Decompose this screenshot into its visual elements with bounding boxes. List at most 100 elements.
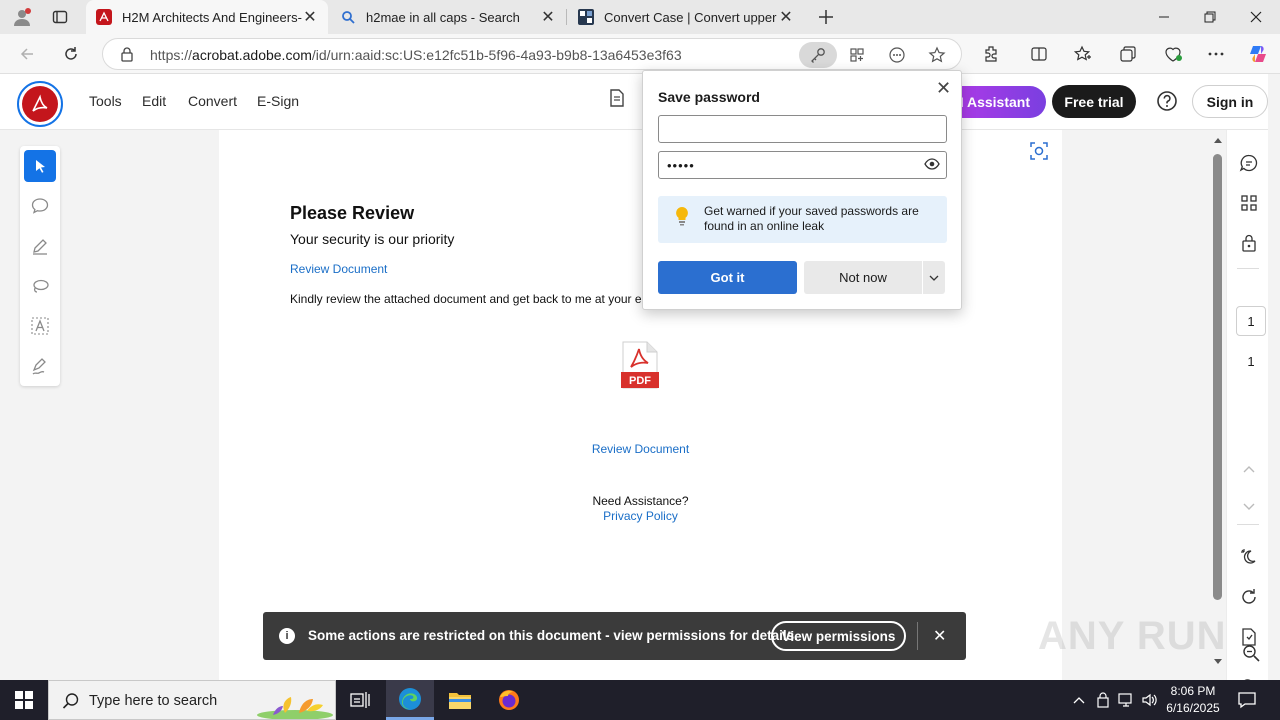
password-key-icon[interactable] <box>799 42 837 68</box>
windows-start-icon[interactable] <box>0 680 48 720</box>
select-tool-icon[interactable] <box>24 150 56 182</box>
privacy-policy-link-text[interactable]: Privacy Policy <box>603 509 678 523</box>
tab-title: h2mae in all caps - Search <box>366 9 520 25</box>
toast-close-icon[interactable]: ✕ <box>933 626 946 646</box>
taskbar-firefox-icon[interactable] <box>485 680 533 720</box>
comments-panel-icon[interactable] <box>1238 152 1260 174</box>
favorite-star-icon[interactable] <box>923 42 951 68</box>
password-value: ••••• <box>667 158 695 173</box>
clock-date: 6/16/2025 <box>1166 701 1220 715</box>
collections-icon[interactable] <box>1113 40 1143 68</box>
show-password-eye-icon[interactable] <box>924 157 942 173</box>
got-it-button[interactable]: Got it <box>658 261 797 294</box>
volume-icon[interactable] <box>1141 690 1159 710</box>
acrobat-favicon-icon <box>96 9 112 25</box>
current-page-input[interactable]: 1 <box>1236 306 1266 336</box>
copilot-icon[interactable] <box>1243 40 1273 68</box>
menu-edit[interactable]: Edit <box>142 93 166 109</box>
popup-title: Save password <box>658 89 760 105</box>
clock-time: 8:06 PM <box>1170 684 1216 698</box>
rail-divider <box>1237 524 1259 525</box>
menu-convert[interactable]: Convert <box>188 93 237 109</box>
review-document-link[interactable]: Review Document <box>290 262 387 276</box>
rotate-icon[interactable] <box>1238 586 1260 608</box>
popup-close-icon[interactable]: ✕ <box>936 78 951 99</box>
new-tab-icon[interactable] <box>812 4 840 30</box>
not-now-button[interactable]: Not now <box>804 261 922 294</box>
back-icon[interactable] <box>12 40 42 68</box>
sign-in-button[interactable]: Sign in <box>1192 85 1268 118</box>
menu-esign[interactable]: E-Sign <box>257 93 299 109</box>
profile-icon[interactable] <box>8 4 36 30</box>
minimize-icon[interactable] <box>1141 0 1187 34</box>
pdf-file-icon[interactable]: PDF <box>621 341 659 389</box>
menu-tools[interactable]: Tools <box>89 93 122 109</box>
zoom-out-icon[interactable] <box>1240 642 1262 664</box>
thumbnails-icon[interactable] <box>1238 192 1260 214</box>
page-down-chevron-icon[interactable] <box>1238 496 1260 518</box>
split-screen-icon[interactable] <box>1024 40 1054 68</box>
free-trial-button[interactable]: Free trial <box>1052 85 1136 118</box>
sign-tool-icon[interactable] <box>24 350 56 382</box>
taskbar-file-explorer-icon[interactable] <box>436 680 484 720</box>
app-available-icon[interactable] <box>843 42 871 68</box>
tab-h2mae-search[interactable]: h2mae in all caps - Search ✕ <box>330 0 566 34</box>
tab-convert-case[interactable]: Convert Case | Convert upper case ✕ <box>568 0 804 34</box>
restore-icon[interactable] <box>1187 0 1233 34</box>
view-permissions-button[interactable]: View permissions <box>771 621 906 651</box>
help-icon[interactable] <box>1156 90 1180 114</box>
tab-close-icon[interactable]: ✕ <box>778 7 794 27</box>
quick-tools-panel <box>20 146 60 386</box>
refresh-icon[interactable] <box>56 40 86 68</box>
theme-toggle-icon[interactable] <box>1238 546 1260 568</box>
close-window-icon[interactable] <box>1233 0 1279 34</box>
page-up-chevron-icon[interactable] <box>1238 458 1260 480</box>
settings-more-icon[interactable] <box>1201 40 1231 68</box>
username-field[interactable] <box>658 115 947 143</box>
extensions-icon[interactable] <box>976 40 1006 68</box>
need-assistance-text: Need Assistance? <box>592 494 689 508</box>
acrobat-logo-icon[interactable] <box>17 81 63 127</box>
network-icon[interactable] <box>1117 690 1135 710</box>
not-now-dropdown-chevron-icon[interactable] <box>923 261 945 294</box>
scan-ai-icon[interactable] <box>1028 140 1052 164</box>
site-info-icon[interactable] <box>119 46 135 65</box>
convert-case-favicon-icon <box>578 9 594 25</box>
taskbar-clock[interactable]: 8:06 PM 6/16/2025 <box>1160 683 1226 717</box>
comment-tool-icon[interactable] <box>24 190 56 222</box>
pdf-label: PDF <box>629 375 651 387</box>
lasso-tool-icon[interactable] <box>24 270 56 302</box>
info-icon: i <box>279 628 295 644</box>
task-view-icon[interactable] <box>336 680 384 720</box>
favorites-icon[interactable] <box>1068 40 1098 68</box>
taskbar-search-box[interactable]: Type here to search <box>48 680 336 720</box>
document-properties-icon[interactable] <box>608 88 626 111</box>
more-options-circle-icon[interactable] <box>883 42 911 68</box>
tab-h2m-architects[interactable]: H2M Architects And Engineers-en ✕ <box>86 0 328 34</box>
browser-essentials-icon[interactable] <box>1158 40 1188 68</box>
tab-title: H2M Architects And Engineers-en <box>122 9 302 25</box>
show-hidden-icons-chevron-icon[interactable] <box>1070 690 1088 710</box>
notifications-icon[interactable] <box>1230 688 1264 712</box>
tab-title: Convert Case | Convert upper case <box>604 9 778 25</box>
tab-separator <box>566 9 567 25</box>
draw-tool-icon[interactable] <box>24 230 56 262</box>
search-favicon-icon <box>340 9 356 25</box>
protect-lock-icon[interactable] <box>1238 232 1260 254</box>
url-text: https://acrobat.adobe.com/id/urn:aaid:sc… <box>150 47 682 63</box>
text-tool-icon[interactable] <box>24 310 56 342</box>
document-gutter <box>1062 130 1210 680</box>
scrollbar-thumb[interactable] <box>1213 154 1222 600</box>
address-bar[interactable]: https://acrobat.adobe.com/id/urn:aaid:sc… <box>102 38 962 70</box>
leak-warning-box: Get warned if your saved passwords are f… <box>658 196 947 243</box>
security-tray-icon[interactable] <box>1094 690 1112 710</box>
document-subtitle: Your security is our priority <box>290 231 455 247</box>
taskbar-edge-icon[interactable] <box>386 680 434 720</box>
password-field[interactable]: ••••• <box>658 151 947 179</box>
right-tool-rail <box>1226 130 1268 696</box>
tab-close-icon[interactable]: ✕ <box>540 7 556 27</box>
save-password-popup: Save password ✕ ••••• Get warned if your… <box>642 70 962 310</box>
tab-actions-icon[interactable] <box>46 4 74 30</box>
tab-close-icon[interactable]: ✕ <box>302 7 318 27</box>
review-document-link-2-text[interactable]: Review Document <box>592 442 689 456</box>
